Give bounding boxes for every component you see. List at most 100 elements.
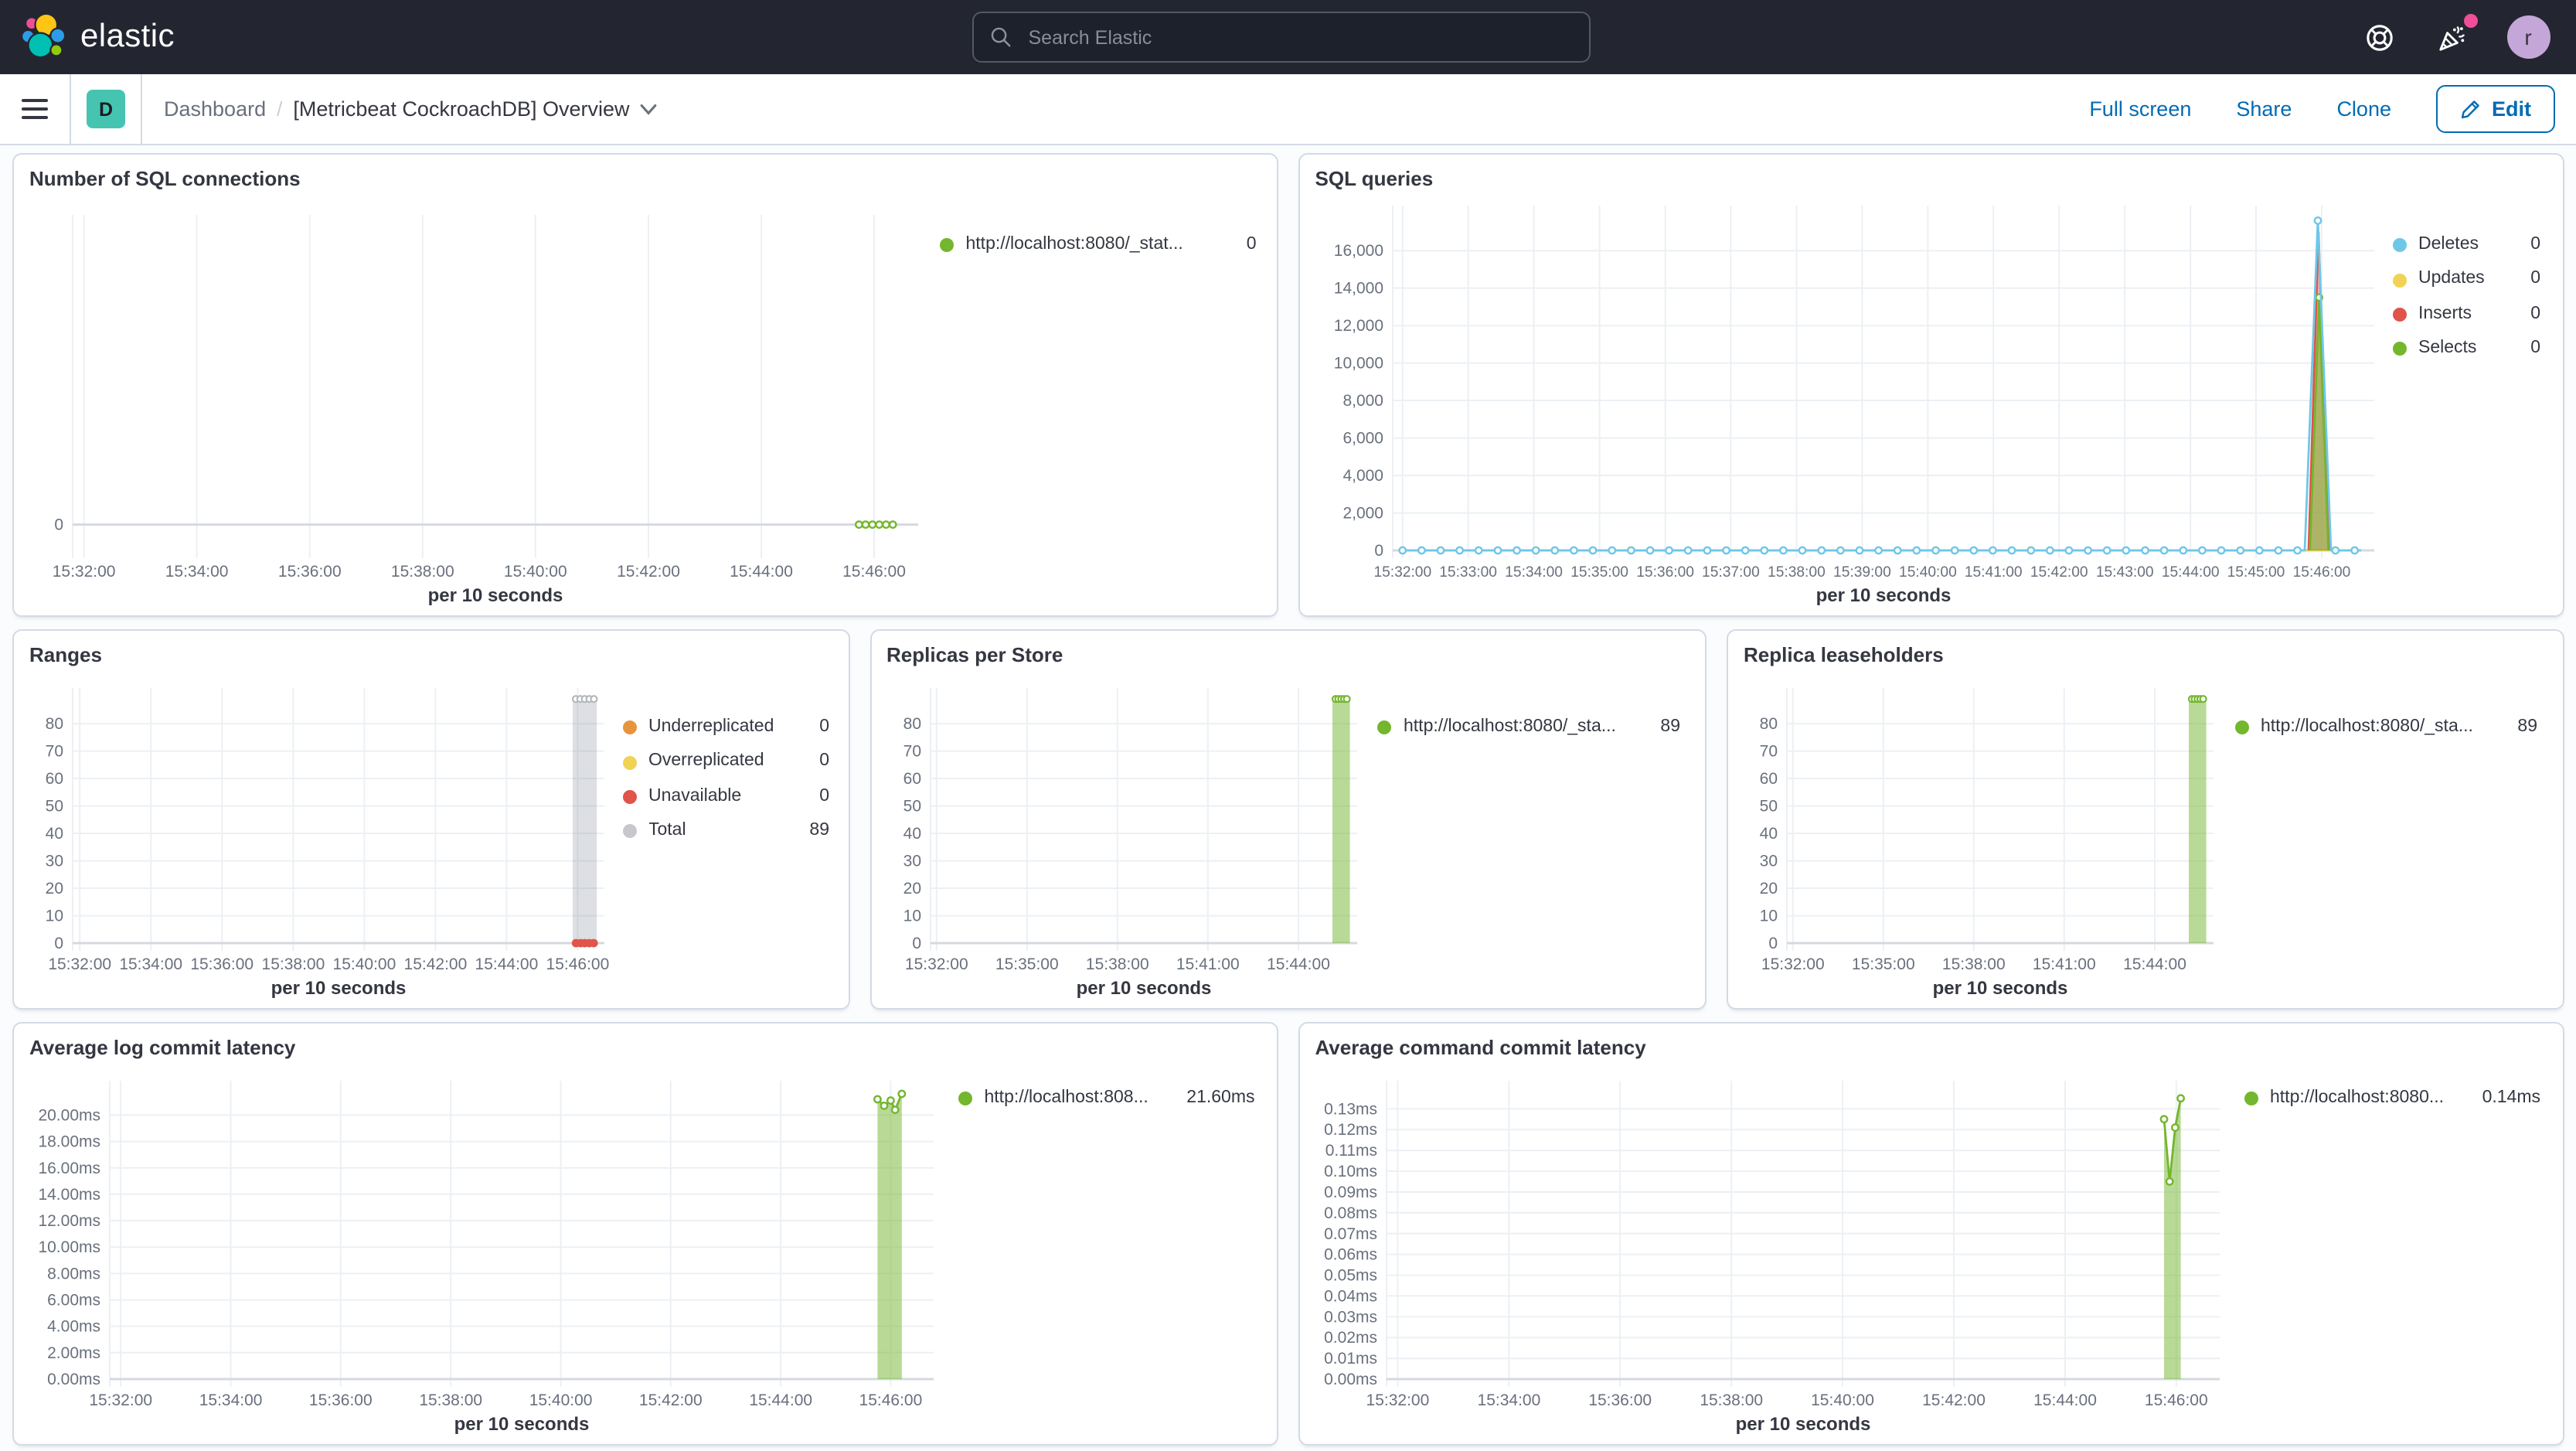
panel-title[interactable]: SQL queries	[1315, 167, 2550, 190]
svg-text:15:41:00: 15:41:00	[1964, 564, 2022, 581]
pencil-icon	[2461, 100, 2479, 118]
chart-ranges[interactable]: 0 10 20 30 40 50 60 70 80 15:32:00 15:34:00 15:36:0…	[26, 669, 613, 1002]
svg-text:15:44:00: 15:44:00	[749, 1391, 812, 1409]
svg-text:per 10 seconds: per 10 seconds	[1735, 1414, 1870, 1435]
svg-text:15:38:00: 15:38:00	[1700, 1391, 1763, 1409]
search-input[interactable]	[1025, 25, 1574, 49]
svg-text:0: 0	[54, 935, 63, 952]
clone-button[interactable]: Clone	[2336, 97, 2391, 121]
svg-text:40: 40	[1760, 825, 1778, 843]
elastic-logo[interactable]: elastic	[0, 12, 175, 62]
chevron-down-icon	[641, 103, 657, 114]
svg-text:15:44:00: 15:44:00	[475, 955, 539, 973]
legend-item[interactable]: Overreplicated 0	[622, 752, 829, 774]
legend-item[interactable]: http://localhost:8080/_sta... 89	[2234, 717, 2537, 739]
svg-text:0.12ms: 0.12ms	[1324, 1121, 1377, 1139]
legend-item[interactable]: http://localhost:8080/_stat... 0	[939, 235, 1257, 257]
panel-title[interactable]: Average command commit latency	[1315, 1036, 2550, 1059]
chart-avg-command-commit-latency[interactable]: 0.00ms 0.01ms 0.02ms 0.03ms 0.04ms 0.05ms 0.06…	[1312, 1062, 2232, 1438]
kibana-app: elastic Search Elastic r D Dashboard / […	[0, 0, 2576, 1451]
svg-text:15:44:00: 15:44:00	[730, 563, 793, 581]
svg-text:70: 70	[1760, 743, 1778, 761]
breadcrumb: Dashboard / [Metricbeat CockroachDB] Ove…	[164, 97, 658, 121]
chart-replica-leaseholders[interactable]: 0 10 20 30 40 50 60 70 80 15:32:00 15:35:00 15:38:0…	[1741, 669, 2222, 1002]
legend-item[interactable]: Inserts 0	[2392, 304, 2540, 325]
chart-sql-queries[interactable]: 0 2,000 4,000 6,000 8,000 10,000 12,000 14,000 1…	[1312, 193, 2387, 609]
svg-text:15:43:00: 15:43:00	[2095, 564, 2153, 581]
legend-item[interactable]: Unavailable 0	[622, 786, 829, 808]
svg-text:15:33:00: 15:33:00	[1439, 564, 1497, 581]
svg-text:15:46:00: 15:46:00	[2144, 1391, 2207, 1409]
breadcrumb-dashboard-link[interactable]: Dashboard	[164, 97, 266, 121]
share-button[interactable]: Share	[2236, 97, 2292, 121]
svg-text:10.00ms: 10.00ms	[38, 1238, 100, 1256]
svg-text:8,000: 8,000	[1342, 392, 1383, 410]
legend-item[interactable]: http://localhost:8080... 0.14ms	[2244, 1088, 2540, 1110]
panel-ranges: Ranges 0 10 20 30 40 50 60 70 80 15:32:00 15:34:00…	[12, 629, 849, 1010]
panel-title[interactable]: Ranges	[29, 643, 835, 666]
svg-text:15:41:00: 15:41:00	[1176, 955, 1239, 973]
menu-button[interactable]	[0, 74, 71, 144]
chart-replicas-per-store[interactable]: 0 10 20 30 40 50 60 70 80 15:32:00 15:35:00 15:38:0…	[883, 669, 1365, 1002]
legend-value: 0	[819, 717, 829, 736]
svg-text:10: 10	[903, 908, 920, 925]
svg-text:15:42:00: 15:42:00	[639, 1391, 703, 1409]
svg-text:80: 80	[903, 715, 920, 733]
svg-text:0.10ms: 0.10ms	[1324, 1163, 1377, 1180]
svg-text:12.00ms: 12.00ms	[38, 1212, 100, 1230]
legend-item[interactable]: Updates 0	[2392, 270, 2540, 291]
svg-text:18.00ms: 18.00ms	[38, 1133, 100, 1151]
svg-text:15:37:00: 15:37:00	[1702, 564, 1760, 581]
svg-text:0.06ms: 0.06ms	[1324, 1246, 1377, 1264]
svg-text:15:32:00: 15:32:00	[904, 955, 968, 973]
panel-title[interactable]: Number of SQL connections	[29, 167, 1264, 190]
dashboard-app-badge[interactable]: D	[87, 90, 125, 128]
svg-text:15:38:00: 15:38:00	[1768, 564, 1826, 581]
svg-text:15:45:00: 15:45:00	[2227, 564, 2285, 581]
legend-item[interactable]: Selects 0	[2392, 339, 2540, 360]
series-dot-icon	[622, 824, 636, 839]
legend-label: http://localhost:8080...	[2270, 1088, 2445, 1107]
svg-text:16,000: 16,000	[1333, 242, 1383, 260]
legend-item[interactable]: http://localhost:808... 21.60ms	[958, 1088, 1255, 1110]
svg-text:15:38:00: 15:38:00	[1085, 955, 1148, 973]
svg-text:15:36:00: 15:36:00	[309, 1391, 373, 1409]
legend-item[interactable]: Deletes 0	[2392, 235, 2540, 257]
legend-item[interactable]: Total 89	[622, 821, 829, 843]
help-button[interactable]	[2361, 19, 2398, 56]
svg-text:6.00ms: 6.00ms	[47, 1292, 100, 1310]
chart-sql-connections[interactable]: 0 15:32:00 15:34:00 15:36:00 15:38:00 15:40:0…	[26, 193, 927, 609]
svg-text:15:32:00: 15:32:00	[1373, 564, 1431, 581]
legend-value: 0	[819, 786, 829, 806]
edit-button[interactable]: Edit	[2436, 85, 2554, 133]
series-dot-icon	[2392, 307, 2406, 322]
legend-item[interactable]: http://localhost:8080/_sta... 89	[1377, 717, 1680, 739]
newsfeed-button[interactable]	[2434, 14, 2477, 56]
svg-text:80: 80	[46, 715, 63, 733]
svg-text:15:34:00: 15:34:00	[199, 1391, 263, 1409]
svg-text:15:44:00: 15:44:00	[1266, 955, 1329, 973]
page-title[interactable]: [Metricbeat CockroachDB] Overview	[293, 97, 657, 121]
svg-text:4.00ms: 4.00ms	[47, 1318, 100, 1336]
dashboard-actions: Full screen Share Clone Edit	[2089, 85, 2576, 133]
svg-text:0.11ms: 0.11ms	[1325, 1142, 1376, 1160]
panel-title[interactable]: Average log commit latency	[29, 1036, 1264, 1059]
legend-label: Total	[648, 820, 686, 840]
chart-avg-log-commit-latency[interactable]: 0.00ms 2.00ms 4.00ms 6.00ms 8.00ms 10.00ms 12.…	[26, 1062, 946, 1438]
svg-text:0.01ms: 0.01ms	[1324, 1350, 1377, 1368]
svg-text:0.09ms: 0.09ms	[1324, 1184, 1377, 1201]
svg-text:15:38:00: 15:38:00	[1942, 955, 2006, 973]
user-avatar[interactable]: r	[2506, 15, 2550, 59]
panel-title[interactable]: Replica leaseholders	[1744, 643, 2550, 666]
panel-title[interactable]: Replicas per Store	[886, 643, 1693, 666]
svg-text:20: 20	[1760, 880, 1778, 898]
svg-text:60: 60	[46, 770, 63, 788]
panel-avg-command-commit-latency: Average command commit latency 0.00ms 0.0…	[1298, 1022, 2564, 1446]
full-screen-button[interactable]: Full screen	[2089, 97, 2191, 121]
global-search[interactable]	[972, 12, 1591, 63]
party-popper-icon	[2439, 25, 2465, 50]
svg-text:14,000: 14,000	[1333, 280, 1383, 298]
svg-text:15:42:00: 15:42:00	[404, 955, 468, 973]
legend-item[interactable]: Underreplicated 0	[622, 717, 829, 739]
svg-text:15:44:00: 15:44:00	[2123, 955, 2186, 973]
